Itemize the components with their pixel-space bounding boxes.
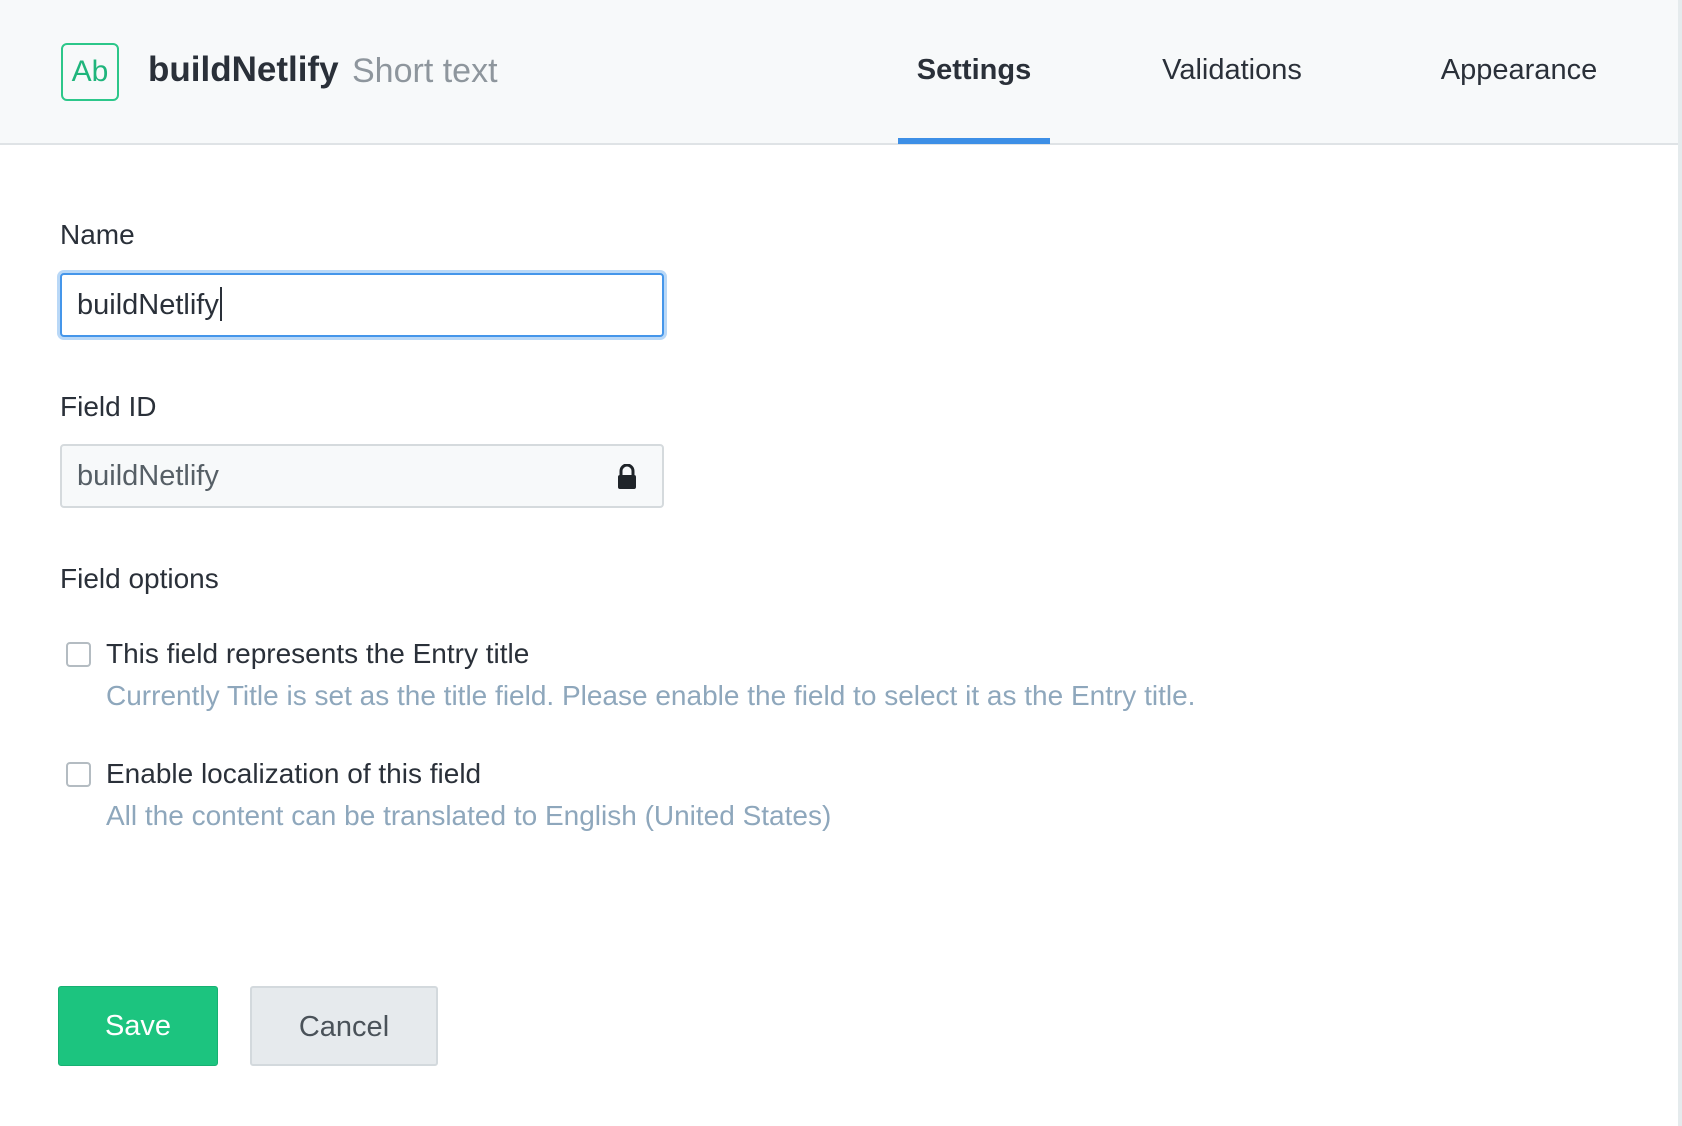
text-caret — [219, 287, 222, 322]
name-input-value: buildNetlify — [77, 289, 219, 321]
tab-appearance[interactable]: Appearance — [1424, 50, 1614, 90]
field-options-heading: Field options — [60, 563, 219, 594]
field-settings-dialog: Ab buildNetlify Short text Settings Vali… — [0, 0, 1682, 1126]
name-input[interactable]: buildNetlify — [60, 273, 664, 337]
active-tab-indicator — [898, 138, 1050, 144]
short-text-type-icon: Ab — [61, 43, 119, 101]
dialog-right-edge — [1678, 0, 1682, 1126]
localization-option-help: All the content can be translated to Eng… — [106, 800, 832, 831]
field-type-label: Short text — [352, 52, 498, 90]
field-id-label: Field ID — [60, 391, 157, 422]
field-name-title: buildNetlify — [148, 50, 339, 89]
localization-checkbox[interactable] — [66, 762, 91, 787]
entry-title-option-label[interactable]: This field represents the Entry title — [106, 635, 529, 673]
tab-settings[interactable]: Settings — [898, 50, 1050, 90]
cancel-button[interactable]: Cancel — [250, 986, 438, 1066]
entry-title-option-help: Currently Title is set as the title fiel… — [106, 680, 1196, 711]
save-button[interactable]: Save — [58, 986, 218, 1066]
localization-option-label[interactable]: Enable localization of this field — [106, 755, 481, 793]
field-id-value: buildNetlify — [77, 460, 219, 492]
field-id-input: buildNetlify — [60, 444, 664, 508]
tab-validations[interactable]: Validations — [1152, 50, 1312, 90]
lock-icon — [618, 464, 636, 489]
dialog-header: Ab buildNetlify Short text Settings Vali… — [0, 0, 1682, 145]
name-label: Name — [60, 219, 135, 250]
entry-title-checkbox[interactable] — [66, 642, 91, 667]
